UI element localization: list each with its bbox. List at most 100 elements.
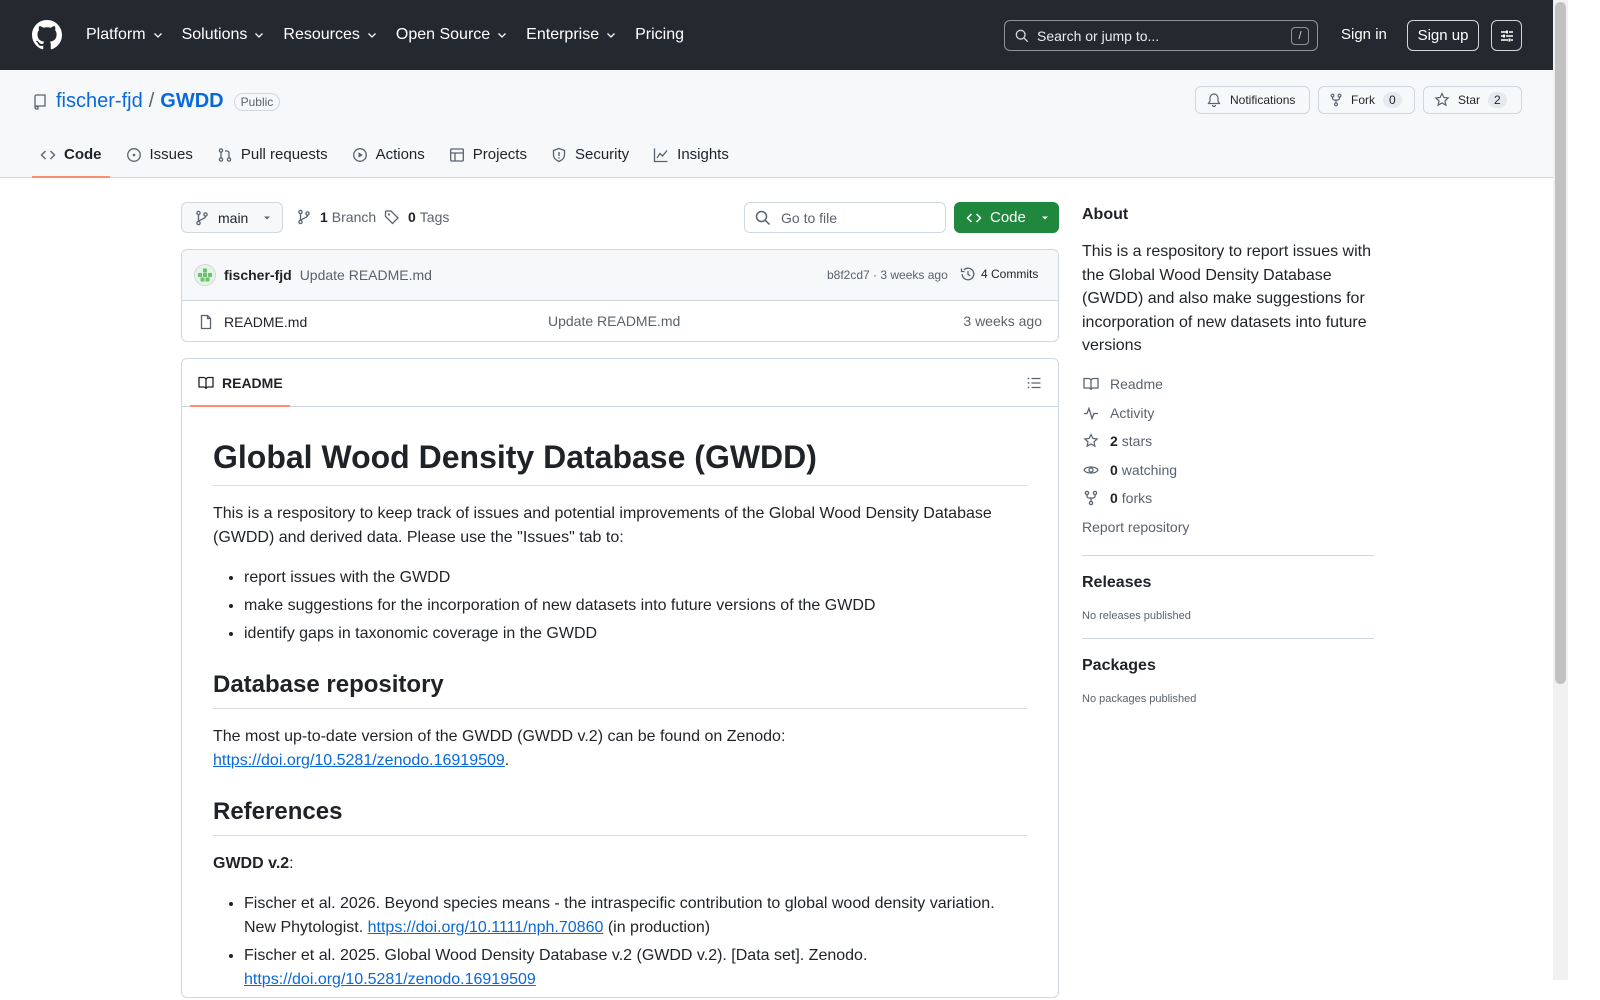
eye-icon: [1083, 466, 1099, 474]
search-placeholder: Search or jump to...: [1037, 27, 1160, 44]
nav-label: Resources: [283, 26, 360, 43]
fork-label: Fork: [1351, 93, 1375, 107]
global-search-input[interactable]: Search or jump to... /: [1004, 20, 1318, 51]
tab-label: Issues: [149, 146, 193, 163]
chevron-down-icon: [255, 33, 264, 38]
chevron-down-icon: [498, 33, 507, 38]
pulse-icon: [1084, 406, 1098, 421]
report-repository-link[interactable]: Report repository: [1082, 512, 1374, 541]
commit-message-link[interactable]: Update README.md: [300, 267, 432, 283]
scrollbar-thumb[interactable]: [1555, 2, 1566, 684]
star-count: 2: [1488, 92, 1507, 108]
identicon-icon: [198, 268, 212, 282]
go-to-file-input[interactable]: Go to file: [744, 202, 946, 233]
star-button[interactable]: Star 2: [1423, 86, 1522, 114]
repo-name-link[interactable]: GWDD: [160, 90, 223, 113]
list-item: report issues with the GWDD: [244, 566, 1027, 590]
repo-title: fischer-fjd / GWDD Public: [32, 90, 281, 113]
repo-owner-link[interactable]: fischer-fjd: [56, 90, 143, 113]
visibility-badge: Public: [233, 92, 281, 111]
chevron-down-icon: [153, 33, 162, 38]
graph-icon: [654, 148, 668, 163]
avatar[interactable]: [194, 264, 216, 286]
tab-label: Insights: [677, 146, 729, 163]
file-row[interactable]: README.md Update README.md 3 weeks ago: [182, 301, 1058, 341]
forks-link[interactable]: 0 forks: [1082, 484, 1374, 513]
forks-label: forks: [1121, 490, 1153, 507]
nav-resources[interactable]: Resources: [283, 26, 377, 44]
activity-link-label: Activity: [1110, 404, 1155, 421]
commits-history-link[interactable]: 4 Commits: [960, 266, 1038, 282]
bell-icon: [1207, 93, 1221, 108]
packages-empty-text: No packages published: [1082, 692, 1197, 705]
nav-pricing[interactable]: Pricing: [635, 26, 684, 44]
list-item: Fischer et al. 2025. Global Wood Density…: [244, 944, 1027, 992]
readme-title: Global Wood Density Database (GWDD): [213, 437, 1027, 486]
reference-text: Fischer et al. 2025. Global Wood Density…: [244, 947, 868, 964]
tab-security[interactable]: Security: [543, 140, 637, 178]
readme-bullet-list: report issues with the GWDD make suggest…: [244, 566, 1027, 646]
branch-count-label: Branch: [331, 209, 377, 225]
tab-code[interactable]: Code: [32, 140, 110, 178]
reference-doi-link[interactable]: https://doi.org/10.5281/zenodo.16919509: [244, 971, 536, 988]
divider: [1082, 554, 1374, 556]
caret-down-icon: [1041, 216, 1048, 219]
nav-open-source[interactable]: Open Source: [396, 26, 508, 44]
section-heading-references: References: [213, 797, 1027, 836]
tab-pull-requests[interactable]: Pull requests: [209, 140, 336, 178]
notifications-button[interactable]: Notifications: [1195, 86, 1310, 114]
code-icon: [966, 212, 982, 223]
readme-content: Global Wood Density Database (GWDD) This…: [182, 407, 1058, 992]
git-pull-request-icon: [218, 148, 232, 162]
stars-link[interactable]: 2 stars: [1082, 427, 1374, 456]
readme-link[interactable]: Readme: [1082, 370, 1374, 399]
caret-down-icon: [264, 216, 271, 219]
about-sidebar: About This is a respository to report is…: [1082, 206, 1374, 705]
branch-count: 1: [320, 209, 328, 225]
tags-link[interactable]: 0 Tags: [384, 209, 449, 225]
fork-button[interactable]: Fork 0: [1318, 86, 1415, 114]
file-commit-message-link[interactable]: Update README.md: [548, 313, 680, 329]
page-scrollbar[interactable]: [1553, 0, 1568, 980]
repo-header: fischer-fjd / GWDD Public Notifications …: [0, 70, 1553, 178]
tab-actions[interactable]: Actions: [344, 140, 433, 178]
book-icon: [1083, 378, 1099, 391]
github-logo-icon[interactable]: [32, 20, 62, 50]
nav-enterprise[interactable]: Enterprise: [526, 26, 617, 44]
stars-label: stars: [1121, 433, 1153, 450]
tab-insights[interactable]: Insights: [645, 140, 737, 178]
nav-platform[interactable]: Platform: [86, 26, 164, 44]
about-links: Readme Activity 2 stars 0 watching 0 for…: [1082, 370, 1374, 541]
forks-count: 0: [1110, 490, 1118, 507]
readme-tab[interactable]: README: [190, 359, 290, 407]
file-name-link[interactable]: README.md: [224, 314, 307, 330]
code-dropdown-button[interactable]: Code: [954, 202, 1059, 233]
commit-author-link[interactable]: fischer-fjd: [224, 267, 292, 283]
search-shortcut-key: /: [1291, 27, 1309, 45]
watchers-link[interactable]: 0 watching: [1082, 455, 1374, 484]
issue-opened-icon: [126, 148, 141, 162]
activity-link[interactable]: Activity: [1082, 398, 1374, 427]
sign-up-button[interactable]: Sign up: [1407, 20, 1479, 51]
tag-count-label: Tags: [419, 209, 450, 225]
nav-label: Enterprise: [526, 26, 600, 43]
fork-icon: [1330, 93, 1342, 107]
settings-menu-button[interactable]: [1491, 20, 1522, 51]
tab-issues[interactable]: Issues: [118, 140, 201, 178]
packages-heading[interactable]: Packages: [1082, 657, 1374, 675]
notifications-label: Notifications: [1230, 93, 1296, 107]
releases-heading[interactable]: Releases: [1082, 574, 1374, 592]
nav-solutions[interactable]: Solutions: [182, 26, 266, 44]
reference-version-label: GWDD v.2: [213, 855, 290, 872]
tab-label: Pull requests: [240, 146, 328, 163]
about-description: This is a respository to report issues w…: [1082, 243, 1371, 355]
list-unordered-icon[interactable]: [1026, 375, 1042, 391]
database-text: The most up-to-date version of the GWDD …: [213, 728, 786, 745]
tab-projects[interactable]: Projects: [441, 140, 535, 178]
branch-select-button[interactable]: main: [181, 202, 283, 233]
zenodo-doi-link[interactable]: https://doi.org/10.5281/zenodo.16919509: [213, 752, 505, 769]
reference-doi-link[interactable]: https://doi.org/10.1111/nph.70860: [368, 919, 604, 936]
branches-link[interactable]: 1 Branch: [296, 209, 376, 225]
commit-hash-and-time[interactable]: b8f2cd7 · 3 weeks ago: [827, 268, 948, 282]
sign-in-link[interactable]: Sign in: [1341, 26, 1387, 43]
